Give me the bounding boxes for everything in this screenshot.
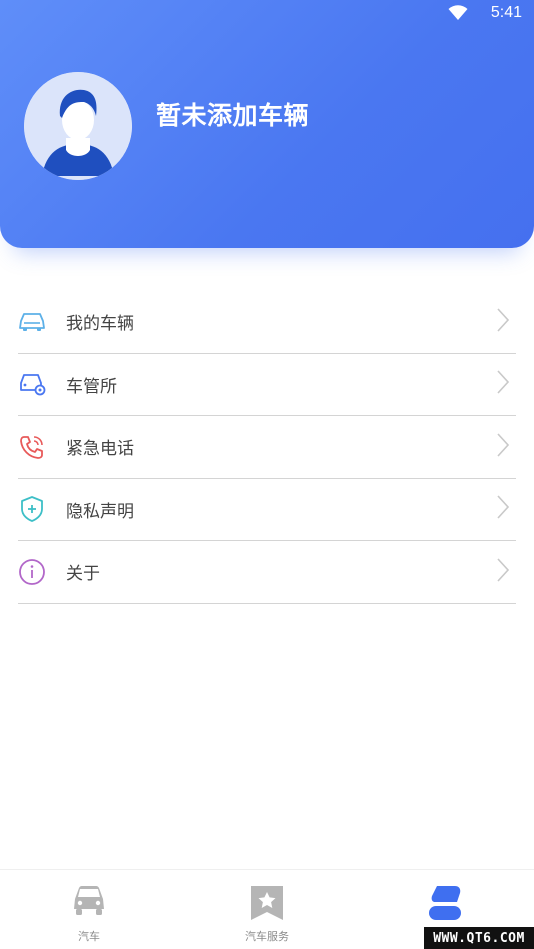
menu-item-label: 关于 [66,564,100,585]
menu-item-privacy[interactable]: 隐私声明 [18,479,516,541]
menu-item-my-vehicles[interactable]: 我的车辆 [18,291,516,354]
chevron-right-icon [496,432,510,462]
chevron-right-icon [496,494,510,524]
watermark: WWW.QT6.COM [424,927,534,949]
tab-label: 汽车 [78,930,100,943]
phone-ringing-icon [18,433,46,461]
shield-plus-icon [18,495,46,523]
tab-car[interactable]: 汽车 [0,870,178,949]
menu-item-label: 隐私声明 [66,501,134,522]
menu-item-emergency-call[interactable]: 紧急电话 [18,416,516,479]
settings-menu: 我的车辆 车管所 紧急电话 隐私声明 关于 [18,291,516,604]
info-icon [18,558,46,586]
chevron-right-icon [496,307,510,337]
status-time: 5:41 [490,4,522,21]
car-settings-icon [18,370,46,398]
car-outline-icon [18,308,46,336]
profile-title: 暂未添加车辆 [156,101,310,130]
status-bar: 5:41 [0,0,534,28]
menu-item-label: 车管所 [66,376,117,397]
menu-item-dmv[interactable]: 车管所 [18,354,516,416]
tab-label: 汽车服务 [245,930,289,943]
chevron-right-icon [496,369,510,399]
menu-item-label: 紧急电话 [66,439,134,460]
bookmark-star-icon [249,884,285,926]
tab-car-service[interactable]: 汽车服务 [178,870,356,949]
car-icon [71,884,107,922]
profile-header: 5:41 暂未添加车辆 [0,0,534,248]
user-avatar-icon[interactable] [24,72,132,180]
profile-icon [427,884,463,926]
menu-item-about[interactable]: 关于 [18,541,516,604]
wifi-icon [448,5,468,25]
chevron-right-icon [496,557,510,587]
menu-item-label: 我的车辆 [66,314,134,335]
